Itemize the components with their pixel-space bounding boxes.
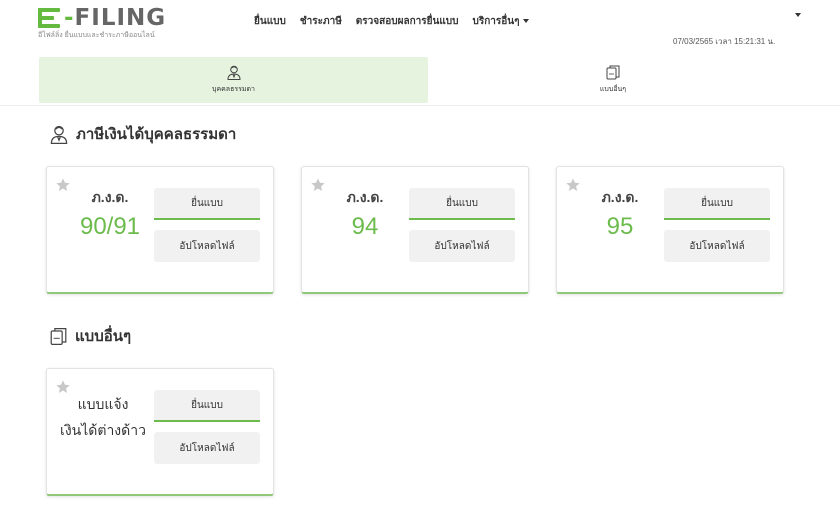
section-individual-label: ภาษีเงินได้บุคคลธรรมดา: [76, 126, 237, 143]
form-card-pnd95: ภ.ง.ด. 95 ยื่นแบบ อัปโหลดไฟล์: [556, 166, 784, 294]
main-nav: ยื่นแบบ ชำระภาษี ตรวจสอบผลการยื่นแบบ บริ…: [254, 14, 530, 29]
chevron-down-icon: [523, 19, 530, 24]
efiling-logo[interactable]: -FILING อีไฟล์ลิ่ง ยื่นแบบและชำระภาษีออน…: [38, 5, 167, 41]
logo-e-icon: [38, 8, 60, 28]
form-type-label: ภ.ง.ด.: [601, 189, 639, 205]
upload-file-button[interactable]: อัปโหลดไฟล์: [154, 230, 260, 262]
form-card-pnd90-91: ภ.ง.ด. 90/91 ยื่นแบบ อัปโหลดไฟล์: [46, 166, 274, 294]
form-identifier: แบบแจ้ง เงินได้ต่างด้าว: [53, 391, 153, 443]
nav-check-status[interactable]: ตรวจสอบผลการยื่นแบบ: [356, 14, 459, 29]
person-icon: [226, 65, 241, 80]
file-form-button[interactable]: ยื่นแบบ: [154, 390, 260, 422]
section-other-title: แบบอื่นๆ: [50, 324, 131, 348]
form-identifier: ภ.ง.ด. 95: [575, 187, 665, 241]
logo-mark: -FILING: [38, 5, 167, 31]
category-tabs: บุคคลธรรมดา แบบอื่นๆ: [0, 54, 840, 106]
file-form-button[interactable]: ยื่นแบบ: [664, 188, 770, 220]
user-menu-chevron-icon[interactable]: [795, 13, 801, 17]
form-identifier: ภ.ง.ด. 90/91: [65, 187, 155, 241]
nav-other-services-label: บริการอื่นๆ: [472, 16, 520, 27]
nav-pay-tax[interactable]: ชำระภาษี: [300, 14, 342, 29]
document-icon: [50, 327, 67, 345]
form-name-line2: เงินได้ต่างด้าว: [60, 422, 146, 438]
nav-other-services[interactable]: บริการอื่นๆ: [472, 14, 530, 29]
top-header: -FILING อีไฟล์ลิ่ง ยื่นแบบและชำระภาษีออน…: [0, 0, 840, 52]
logo-subtitle: อีไฟล์ลิ่ง ยื่นแบบและชำระภาษีออนไลน์: [38, 32, 155, 39]
file-form-button[interactable]: ยื่นแบบ: [154, 188, 260, 220]
form-card-pnd94: ภ.ง.ด. 94 ยื่นแบบ อัปโหลดไฟล์: [301, 166, 529, 294]
section-other-label: แบบอื่นๆ: [75, 328, 132, 345]
form-type-label: ภ.ง.ด.: [346, 189, 384, 205]
form-number: 95: [606, 213, 634, 240]
tab-other-forms-label: แบบอื่นๆ: [599, 86, 627, 93]
tab-individual[interactable]: บุคคลธรรมดา: [39, 57, 428, 103]
form-type-label: ภ.ง.ด.: [91, 189, 129, 205]
tab-individual-label: บุคคลธรรมดา: [212, 86, 255, 93]
upload-file-button[interactable]: อัปโหลดไฟล์: [409, 230, 515, 262]
nav-file-form[interactable]: ยื่นแบบ: [254, 14, 286, 29]
form-identifier: ภ.ง.ด. 94: [320, 187, 410, 241]
person-icon: [50, 125, 68, 144]
tab-other-forms[interactable]: แบบอื่นๆ: [428, 57, 798, 103]
current-datetime: 07/03/2565 เวลา 15:21:31 น.: [673, 37, 776, 46]
file-form-button[interactable]: ยื่นแบบ: [409, 188, 515, 220]
logo-text: -FILING: [64, 5, 167, 31]
form-card-foreign-income: แบบแจ้ง เงินได้ต่างด้าว ยื่นแบบ อัปโหลดไ…: [46, 368, 274, 496]
form-number: 90/91: [79, 213, 141, 240]
upload-file-button[interactable]: อัปโหลดไฟล์: [664, 230, 770, 262]
upload-file-button[interactable]: อัปโหลดไฟล์: [154, 432, 260, 464]
section-individual-title: ภาษีเงินได้บุคคลธรรมดา: [50, 122, 236, 146]
document-icon: [606, 65, 620, 80]
form-number: 94: [351, 213, 379, 240]
form-name-line1: แบบแจ้ง: [77, 396, 129, 412]
